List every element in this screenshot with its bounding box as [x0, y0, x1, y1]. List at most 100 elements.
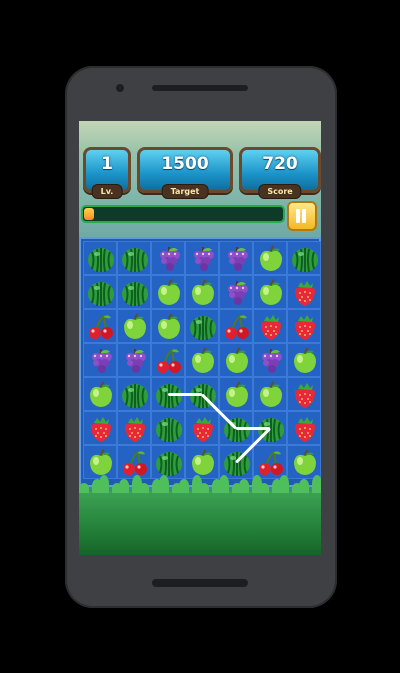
fruit-board [79, 237, 321, 487]
cherry-icon [86, 312, 116, 342]
pause-icon [296, 209, 300, 223]
board-cell[interactable] [287, 343, 321, 377]
grass-blade [119, 479, 129, 493]
board-cell[interactable] [287, 241, 321, 275]
board-cell[interactable] [287, 445, 321, 479]
apple-icon [222, 380, 252, 410]
board-cell[interactable] [185, 411, 219, 445]
board-cell[interactable] [219, 343, 253, 377]
speaker-grille [152, 85, 248, 91]
target-panel: 1500 Target [137, 147, 233, 199]
board-cell[interactable] [253, 275, 287, 309]
board-cell[interactable] [151, 343, 185, 377]
apple-icon [256, 244, 286, 274]
level-label: Lv. [91, 184, 123, 199]
game-screen: 1 Lv. 1500 Target 720 Score [79, 121, 321, 555]
board-cell[interactable] [83, 411, 117, 445]
home-button[interactable] [152, 579, 248, 587]
board-cell[interactable] [151, 241, 185, 275]
grass-blade [79, 483, 89, 493]
grass-blade [299, 479, 309, 493]
board-cell[interactable] [117, 343, 151, 377]
board-cell[interactable] [219, 377, 253, 411]
watermelon-icon [120, 278, 150, 308]
board-cell[interactable] [185, 309, 219, 343]
grape-icon [222, 244, 252, 274]
apple-icon [188, 278, 218, 308]
board-cell[interactable] [185, 241, 219, 275]
apple-icon [256, 278, 286, 308]
apple-icon [188, 346, 218, 376]
grass-blade [199, 483, 209, 493]
board-cell[interactable] [117, 309, 151, 343]
strawberry-icon [188, 414, 218, 444]
board-cell[interactable] [117, 411, 151, 445]
board-cell[interactable] [219, 241, 253, 275]
board-cell[interactable] [117, 275, 151, 309]
grass-blade [179, 479, 189, 493]
level-progress-fill [84, 208, 94, 220]
target-value: 1500 [161, 154, 209, 174]
apple-icon [154, 312, 184, 342]
level-panel: 1 Lv. [83, 147, 131, 199]
board-cell[interactable] [185, 275, 219, 309]
board-cell[interactable] [253, 377, 287, 411]
cherry-icon [154, 346, 184, 376]
apple-icon [86, 380, 116, 410]
pause-button[interactable] [287, 201, 317, 231]
apple-icon [256, 380, 286, 410]
level-value: 1 [101, 154, 113, 174]
grass-decoration [79, 475, 321, 555]
board-cell[interactable] [219, 309, 253, 343]
match-connector-line [168, 392, 202, 396]
grass-blade [312, 475, 321, 493]
watermelon-icon [154, 414, 184, 444]
board-cell[interactable] [151, 309, 185, 343]
board-cell[interactable] [253, 309, 287, 343]
grape-icon [154, 244, 184, 274]
board-cell[interactable] [117, 445, 151, 479]
score-value: 720 [262, 154, 298, 174]
board-cell[interactable] [185, 445, 219, 479]
apple-icon [290, 448, 320, 478]
board-cell[interactable] [287, 411, 321, 445]
front-camera-icon [116, 84, 124, 92]
score-label: Score [258, 184, 302, 199]
board-cell[interactable] [185, 343, 219, 377]
watermelon-icon [154, 448, 184, 478]
board-cell[interactable] [83, 343, 117, 377]
strawberry-icon [290, 414, 320, 444]
watermelon-icon [86, 278, 116, 308]
board-cell[interactable] [151, 445, 185, 479]
grass-blade [259, 483, 269, 493]
grape-icon [120, 346, 150, 376]
strawberry-icon [256, 312, 286, 342]
board-cell[interactable] [253, 445, 287, 479]
match-connector-line [236, 426, 270, 430]
board-cell[interactable] [151, 411, 185, 445]
board-cell[interactable] [117, 377, 151, 411]
grass-blade [279, 475, 289, 493]
cherry-icon [256, 448, 286, 478]
board-cell[interactable] [83, 445, 117, 479]
board-cell[interactable] [117, 241, 151, 275]
apple-icon [86, 448, 116, 478]
grape-icon [222, 278, 252, 308]
cherry-icon [222, 312, 252, 342]
board-cell[interactable] [83, 309, 117, 343]
board-cell[interactable] [83, 275, 117, 309]
grape-icon [188, 244, 218, 274]
board-cell[interactable] [287, 275, 321, 309]
board-cell[interactable] [151, 275, 185, 309]
strawberry-icon [120, 414, 150, 444]
board-cell[interactable] [253, 241, 287, 275]
board-cell[interactable] [83, 377, 117, 411]
grass-blade [139, 483, 149, 493]
board-cell[interactable] [287, 309, 321, 343]
target-label: Target [161, 184, 209, 199]
board-cell[interactable] [287, 377, 321, 411]
board-cell[interactable] [253, 343, 287, 377]
board-cell[interactable] [83, 241, 117, 275]
apple-icon [120, 312, 150, 342]
board-cell[interactable] [219, 275, 253, 309]
